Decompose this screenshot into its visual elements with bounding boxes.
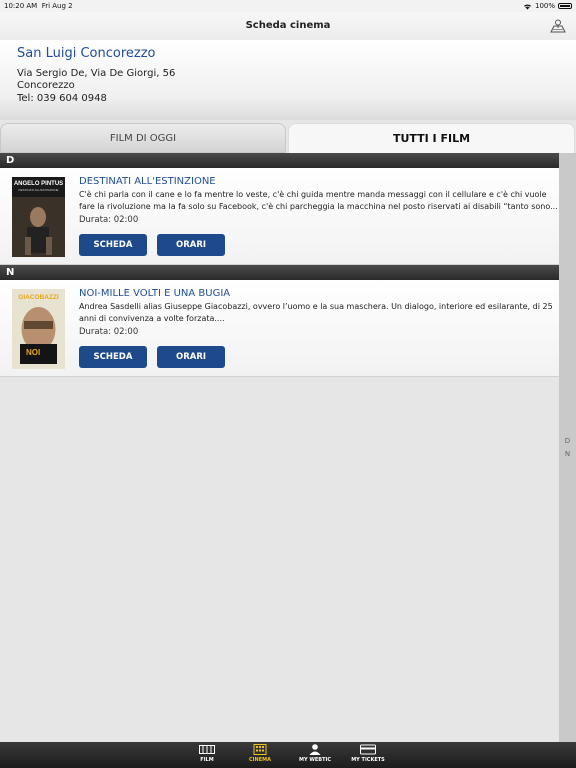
movie-title[interactable]: DESTINATI ALL'ESTINZIONE <box>79 176 216 187</box>
status-time: 10:20 AM Fri Aug 2 <box>4 2 73 10</box>
tab-bar-my-tickets[interactable]: MY TICKETS <box>348 744 388 768</box>
battery-icon <box>558 3 572 9</box>
section-index-bar[interactable]: D N <box>559 153 576 742</box>
nav-bar: Scheda cinema <box>0 12 576 40</box>
map-icon[interactable] <box>550 18 566 34</box>
movie-synopsis: C'è chi parla con il cane e lo fa mentre… <box>79 190 558 211</box>
tab-bar-film[interactable]: FILM <box>187 744 227 768</box>
movie-poster[interactable]: ANGELO PINTUS DESTINATI ALL'ESTINZIONE <box>12 177 65 257</box>
tab-bar-label: FILM <box>200 757 214 763</box>
section-header-d: D <box>0 153 559 168</box>
movie-row[interactable]: ANGELO PINTUS DESTINATI ALL'ESTINZIONE D… <box>0 168 559 265</box>
film-icon <box>199 745 215 754</box>
wifi-icon <box>523 3 531 10</box>
status-bar: 10:20 AM Fri Aug 2 100% <box>0 0 576 12</box>
movie-duration: Durata: 02:00 <box>79 327 139 337</box>
cinema-name: San Luigi Concorezzo <box>17 46 156 61</box>
cinema-city: Concorezzo <box>17 80 75 91</box>
movie-row[interactable]: GIACOBAZZI NOI NOI-MILLE VOLTI E UNA BUG… <box>0 280 559 377</box>
index-letter-n[interactable]: N <box>559 450 576 458</box>
tab-bar-my-webtic[interactable]: MY WEBTIC <box>295 744 335 768</box>
tab-tutti-i-film[interactable]: TUTTI I FILM <box>288 123 575 153</box>
battery-percent: 100% <box>534 2 555 10</box>
orari-button[interactable]: ORARI <box>157 346 225 368</box>
movie-list: D ANGELO PINTUS DESTINATI ALL'ESTINZIONE… <box>0 153 559 377</box>
ticket-icon <box>360 744 376 755</box>
poster-subtitle: DESTINATI ALL'ESTINZIONE <box>18 188 58 192</box>
orari-button[interactable]: ORARI <box>157 234 225 256</box>
movie-poster[interactable]: GIACOBAZZI NOI <box>12 289 65 369</box>
cinema-address: Via Sergio De, Via De Giorgi, 56 <box>17 68 176 79</box>
poster-subtitle: NOI <box>26 348 40 357</box>
scheda-button[interactable]: SCHEDA <box>79 234 147 256</box>
poster-title: GIACOBAZZI <box>18 294 59 301</box>
tab-bar-label: MY TICKETS <box>351 757 385 763</box>
status-right: 100% <box>523 2 572 10</box>
tab-bar-label: MY WEBTIC <box>298 757 332 763</box>
cinema-phone[interactable]: Tel: 039 604 0948 <box>17 93 107 104</box>
movie-title[interactable]: NOI-MILLE VOLTI E UNA BUGIA <box>79 288 230 299</box>
movie-synopsis: Andrea Sasdelli alias Giuseppe Giacobazz… <box>79 302 553 323</box>
section-header-n: N <box>0 265 559 280</box>
page-title: Scheda cinema <box>245 20 331 31</box>
movie-duration: Durata: 02:00 <box>79 215 139 225</box>
cinema-header: San Luigi Concorezzo Via Sergio De, Via … <box>0 40 576 120</box>
user-icon <box>309 744 321 755</box>
bottom-tab-bar: FILM CINEMA MY WEBTIC MY TICKETS <box>0 742 576 768</box>
cinema-icon <box>253 744 267 755</box>
tab-bar-label: CINEMA <box>249 757 271 763</box>
tab-film-di-oggi[interactable]: FILM DI OGGI <box>0 123 286 153</box>
tab-bar-cinema[interactable]: CINEMA <box>240 744 280 768</box>
scheda-button[interactable]: SCHEDA <box>79 346 147 368</box>
index-letter-d[interactable]: D <box>559 437 576 445</box>
segmented-tabs: FILM DI OGGI TUTTI I FILM <box>0 123 576 153</box>
poster-title: ANGELO PINTUS <box>14 181 63 187</box>
